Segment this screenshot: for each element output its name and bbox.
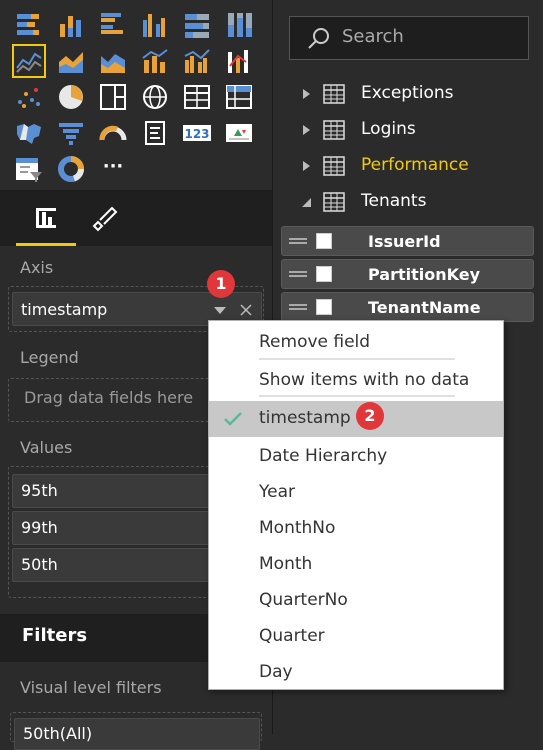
values-label: Values [20, 438, 73, 457]
100pct-stacked-bar-chart-icon[interactable] [182, 10, 212, 40]
svg-text:123: 123 [184, 127, 209, 141]
fields-tab[interactable] [16, 190, 76, 246]
stacked-area-chart-icon[interactable] [98, 46, 128, 76]
visual-level-filters-label: Visual level filters [20, 678, 162, 697]
menu-item-day[interactable]: Day [209, 655, 503, 691]
stacked-column-chart-icon[interactable] [56, 10, 86, 40]
drag-handle-icon[interactable] [289, 304, 307, 310]
field-tenantname[interactable]: TenantName [281, 292, 534, 322]
matrix-icon[interactable] [224, 82, 254, 112]
menu-item-remove-field[interactable]: Remove field [209, 325, 503, 361]
menu-item-date-hierarchy[interactable]: Date Hierarchy [209, 439, 503, 475]
value-field-label: 50th [21, 555, 58, 574]
multi-row-card-icon[interactable]: 123 [182, 118, 212, 148]
checkmark-icon [224, 412, 242, 426]
line-chart-icon[interactable] [12, 44, 46, 78]
menu-separator [259, 395, 455, 397]
field-name: PartitionKey [368, 265, 481, 284]
menu-item-monthno[interactable]: MonthNo [209, 511, 503, 547]
axis-field-context-menu: Remove field Show items with no data tim… [208, 320, 504, 690]
drag-handle-icon[interactable] [289, 271, 307, 277]
field-partitionkey[interactable]: PartitionKey [281, 259, 534, 289]
menu-item-quarterno[interactable]: QuarterNo [209, 583, 503, 619]
search-input[interactable]: Search [289, 16, 529, 60]
gauge-icon[interactable] [98, 118, 128, 148]
legend-label: Legend [20, 348, 79, 367]
table-name: Exceptions [361, 83, 454, 103]
paint-roller-icon [92, 206, 118, 232]
fields-icon [36, 208, 56, 228]
pie-chart-icon[interactable] [56, 82, 86, 112]
clustered-bar-chart-icon[interactable] [98, 10, 128, 40]
line-and-clustered-column-chart-icon[interactable] [182, 46, 212, 76]
table-name: Tenants [361, 191, 427, 211]
field-issuerid[interactable]: IssuerId [281, 226, 534, 256]
search-icon [308, 28, 329, 49]
close-icon[interactable] [239, 303, 253, 317]
field-checkbox[interactable] [316, 299, 332, 315]
donut-chart-icon[interactable] [56, 154, 86, 184]
menu-separator [259, 358, 455, 360]
search-placeholder: Search [342, 26, 404, 47]
step-badge-1: 1 [207, 270, 235, 298]
more-visuals-icon[interactable]: ··· [98, 154, 128, 184]
scatter-chart-icon[interactable] [14, 82, 44, 112]
table-icon [323, 84, 345, 104]
field-checkbox[interactable] [316, 266, 332, 282]
table-name: Logins [361, 119, 416, 139]
filter-card-50th[interactable]: 50th(All) [14, 718, 260, 750]
treemap-icon[interactable] [98, 82, 128, 112]
visualization-gallery: 123 ··· [0, 0, 272, 190]
stacked-bar-chart-icon[interactable] [14, 10, 44, 40]
value-field-label: 95th [21, 481, 58, 500]
field-name: IssuerId [368, 232, 441, 251]
funnel-icon[interactable] [56, 118, 86, 148]
axis-label: Axis [20, 258, 54, 277]
100pct-stacked-column-chart-icon[interactable] [224, 10, 254, 40]
axis-field-label: timestamp [21, 300, 108, 319]
menu-item-show-items-no-data[interactable]: Show items with no data [209, 363, 503, 399]
table-icon[interactable] [182, 82, 212, 112]
step-badge-2: 2 [356, 402, 384, 430]
dropdown-arrow-icon[interactable] [213, 306, 227, 315]
kpi-icon[interactable] [224, 118, 254, 148]
area-chart-icon[interactable] [56, 46, 86, 76]
globe-map-icon[interactable] [140, 82, 170, 112]
ribbon-chart-icon[interactable] [224, 46, 254, 76]
filled-map-icon[interactable] [14, 118, 44, 148]
menu-item-month[interactable]: Month [209, 547, 503, 583]
pane-tabs [0, 190, 272, 246]
field-name: TenantName [368, 298, 481, 317]
table-name: Performance [361, 155, 469, 175]
expand-icon[interactable] [301, 120, 313, 140]
table-icon [323, 120, 345, 140]
menu-item-year[interactable]: Year [209, 475, 503, 511]
field-checkbox[interactable] [316, 233, 332, 249]
line-and-stacked-column-chart-icon[interactable] [140, 46, 170, 76]
format-tab[interactable] [76, 190, 136, 246]
menu-item-label: timestamp [259, 408, 351, 428]
table-icon [323, 192, 345, 212]
menu-item-quarter[interactable]: Quarter [209, 619, 503, 655]
table-icon [323, 156, 345, 176]
value-field-label: 99th [21, 518, 58, 537]
card-icon[interactable] [140, 118, 170, 148]
expand-icon[interactable] [301, 156, 313, 176]
slicer-icon[interactable] [14, 154, 44, 184]
expand-icon[interactable] [301, 84, 313, 104]
collapse-icon[interactable] [301, 192, 313, 212]
clustered-column-chart-icon[interactable] [140, 10, 170, 40]
drag-handle-icon[interactable] [289, 238, 307, 244]
